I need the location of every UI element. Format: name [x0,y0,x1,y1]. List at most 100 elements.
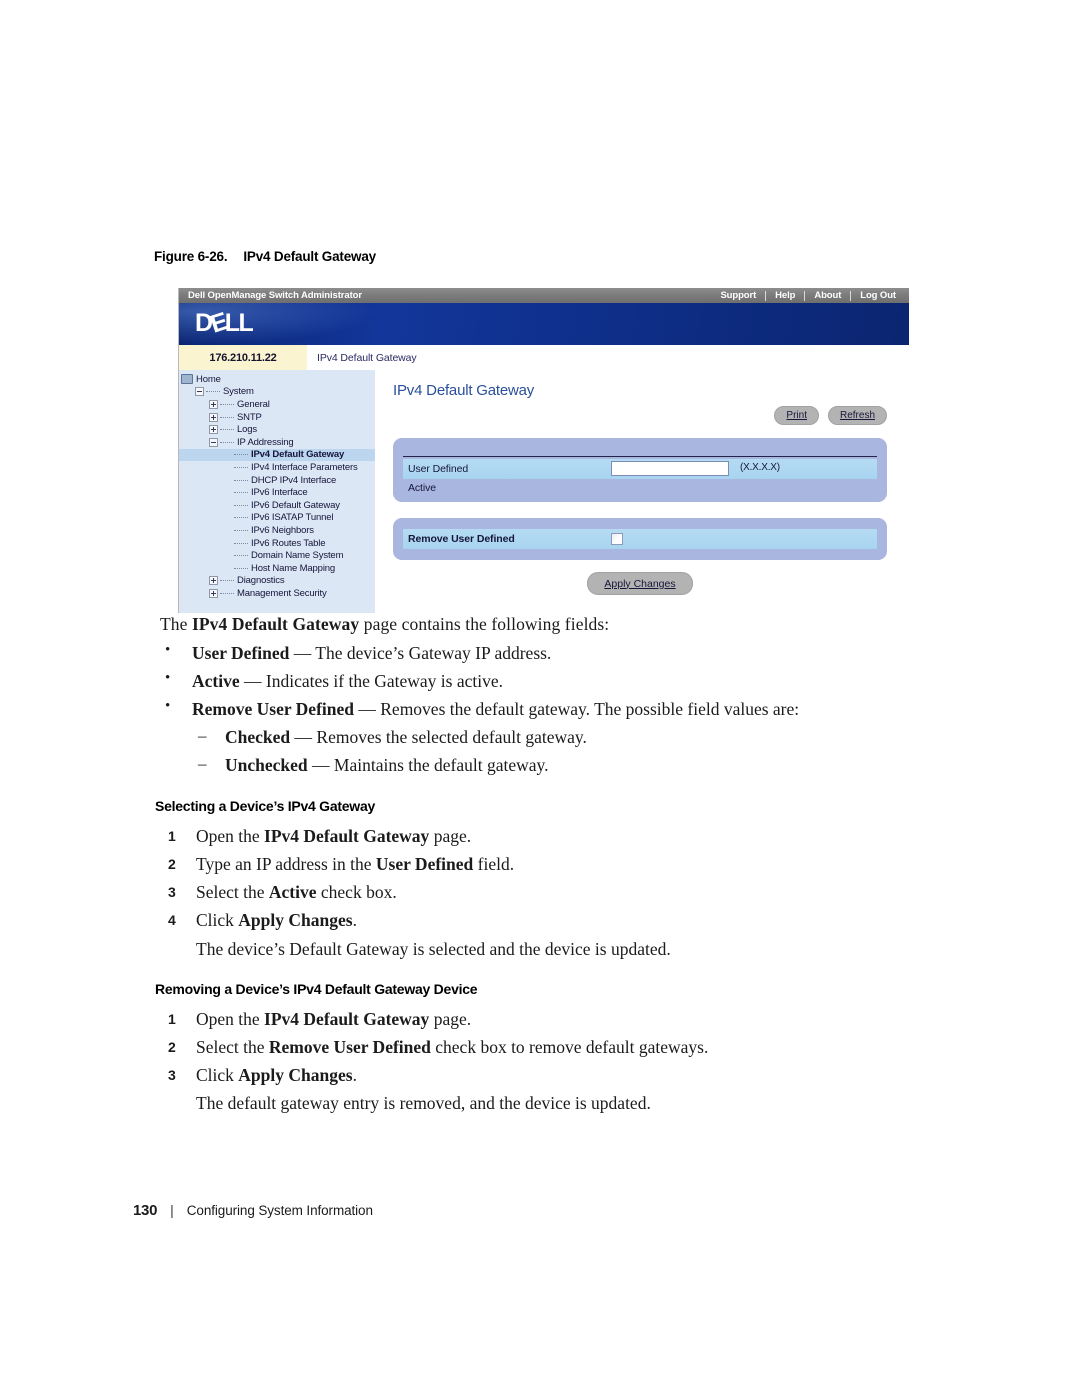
step-text-pre: Select the [196,882,269,902]
user-defined-row: User Defined (X.X.X.X) [403,459,877,479]
tree-item-label: IPv6 Interface [251,487,308,499]
expand-icon[interactable] [209,425,218,435]
tree-item-label: IPv6 Routes Table [251,537,326,549]
tree-connector [220,592,234,594]
breadcrumb-page-name[interactable]: IPv4 Default Gateway [317,345,417,370]
tree-item-system[interactable]: System [179,386,375,399]
figure-title: IPv4 Default Gateway [243,249,376,264]
nav-logout-link[interactable]: Log Out [851,290,905,301]
tree-item-label: IPv6 ISATAP Tunnel [251,512,334,524]
tree-item-logs[interactable]: Logs [179,423,375,436]
step-text-bold: Active [268,882,317,902]
tree-item-dhcp-ipv4-interface[interactable]: DHCP IPv4 Interface [179,474,375,487]
step-text-pre: Click [196,1065,239,1085]
refresh-button[interactable]: Refresh [827,406,887,425]
user-defined-format-hint: (X.X.X.X) [740,462,780,473]
procedure-result: The default gateway entry is removed, an… [196,1093,651,1113]
tree-item-ipv4-interface-parameters[interactable]: IPv4 Interface Parameters [179,461,375,474]
tree-item-label: System [223,386,254,398]
document-page: Figure 6-26. IPv4 Default Gateway Dell Op… [0,0,1080,1397]
tree-connector [220,429,234,431]
procedure-step: 2 Select the Remove User Defined check bo… [168,1037,709,1058]
collapse-icon[interactable] [195,387,204,397]
tree-item-general[interactable]: General [179,398,375,411]
tree-item-ipv6-neighbors[interactable]: IPv6 Neighbors [179,524,375,537]
bullet-text: — Removes the default gateway. The possi… [354,699,800,719]
step-number: 3 [168,1067,176,1083]
expand-icon[interactable] [209,588,218,598]
step-text-pre: Open the [196,826,265,846]
expand-icon[interactable] [209,399,218,409]
tree-item-label: IPv4 Interface Parameters [251,461,358,473]
tree-item-sntp[interactable]: SNTP [179,411,375,424]
expand-icon[interactable] [209,412,218,422]
step-text-bold: IPv4 Default Gateway [264,1009,430,1029]
app-titlebar: Dell OpenManage Switch Administrator Sup… [179,288,909,303]
tree-item-ip-addressing[interactable]: IP Addressing [179,436,375,449]
tree-item-diagnostics[interactable]: Diagnostics [179,575,375,588]
tree-connector [206,391,220,393]
bullet-text: — Removes the selected default gateway. [290,727,587,747]
tree-item-label: Diagnostics [237,575,285,587]
expand-icon[interactable] [209,576,218,586]
page-action-buttons: Print Refresh [774,406,887,425]
tree-item-ipv6-interface[interactable]: IPv6 Interface [179,486,375,499]
intro-text-2: page contains the following fields: [359,614,610,634]
nav-help-link[interactable]: Help [766,290,804,301]
tree-item-home[interactable]: Home [179,373,375,386]
step-text-pre: Click [196,910,239,930]
tree-item-label: IPv6 Neighbors [251,524,314,536]
tree-connector [234,517,248,519]
remove-user-defined-checkbox[interactable] [611,533,623,545]
intro-bold: IPv4 Default Gateway [191,614,360,634]
step-text-post: check box. [316,882,397,902]
step-number: 1 [168,828,176,844]
bullet-term: Unchecked [225,755,308,775]
apply-changes-button[interactable]: Apply Changes [587,572,693,595]
tree-connector [234,454,248,456]
tree-item-ipv6-isatap-tunnel[interactable]: IPv6 ISATAP Tunnel [179,512,375,525]
footer-chapter-title: Configuring System Information [186,1203,373,1218]
device-ip-address: 176.210.11.22 [179,345,307,370]
print-button[interactable]: Print [774,406,819,425]
navigation-tree[interactable]: Home System General SNTP Logs IP Addressing IP… [179,370,375,613]
list-item: – Unchecked — Maintains the default gatew… [198,754,549,776]
bullet-text: — The device’s Gateway IP address. [289,643,552,663]
nav-about-link[interactable]: About [805,290,850,301]
nav-support-link[interactable]: Support [711,290,765,301]
step-text-bold: Apply Changes [238,1065,353,1085]
page-number: 130 [133,1202,158,1219]
tree-item-ipv4-default-gateway[interactable]: IPv4 Default Gateway [179,448,375,462]
page-title: IPv4 Default Gateway [393,382,535,399]
brand-banner: D E LL [179,303,909,345]
tree-item-label: Home [196,373,221,385]
step-text-bold: Remove User Defined [268,1037,431,1057]
tree-connector [220,441,234,443]
content-pane: IPv4 Default Gateway Print Refresh User … [375,370,909,613]
tree-item-label: Logs [237,424,258,436]
bullet-term: User Defined [192,643,290,663]
tree-item-ipv6-routes-table[interactable]: IPv6 Routes Table [179,537,375,550]
tree-item-management-security[interactable]: Management Security [179,587,375,600]
user-defined-input[interactable] [611,461,729,476]
intro-paragraph: The IPv4 Default Gateway page contains t… [160,614,609,635]
collapse-icon[interactable] [209,437,218,447]
step-text-post: . [352,1065,357,1085]
footer-separator: | [170,1202,174,1218]
step-number: 2 [168,1039,176,1055]
procedure-step: 2 Type an IP address in the User Defined … [168,854,515,875]
tree-item-label: IPv6 Default Gateway [251,499,340,511]
step-text-post: field. [473,854,515,874]
tree-item-label: DHCP IPv4 Interface [251,474,337,486]
dell-logo: D E LL [195,307,254,338]
tree-item-ipv6-default-gateway[interactable]: IPv6 Default Gateway [179,499,375,512]
bullet-marker: • [165,670,171,686]
tree-connector [220,416,234,418]
tree-item-label: General [237,398,270,410]
step-text-post: check box to remove default gateways. [430,1037,709,1057]
tree-item-label: Host Name Mapping [251,562,336,574]
tree-item-domain-name-system[interactable]: Domain Name System [179,549,375,562]
bullet-marker: • [165,642,171,658]
active-label: Active [408,481,436,494]
tree-item-host-name-mapping[interactable]: Host Name Mapping [179,562,375,575]
